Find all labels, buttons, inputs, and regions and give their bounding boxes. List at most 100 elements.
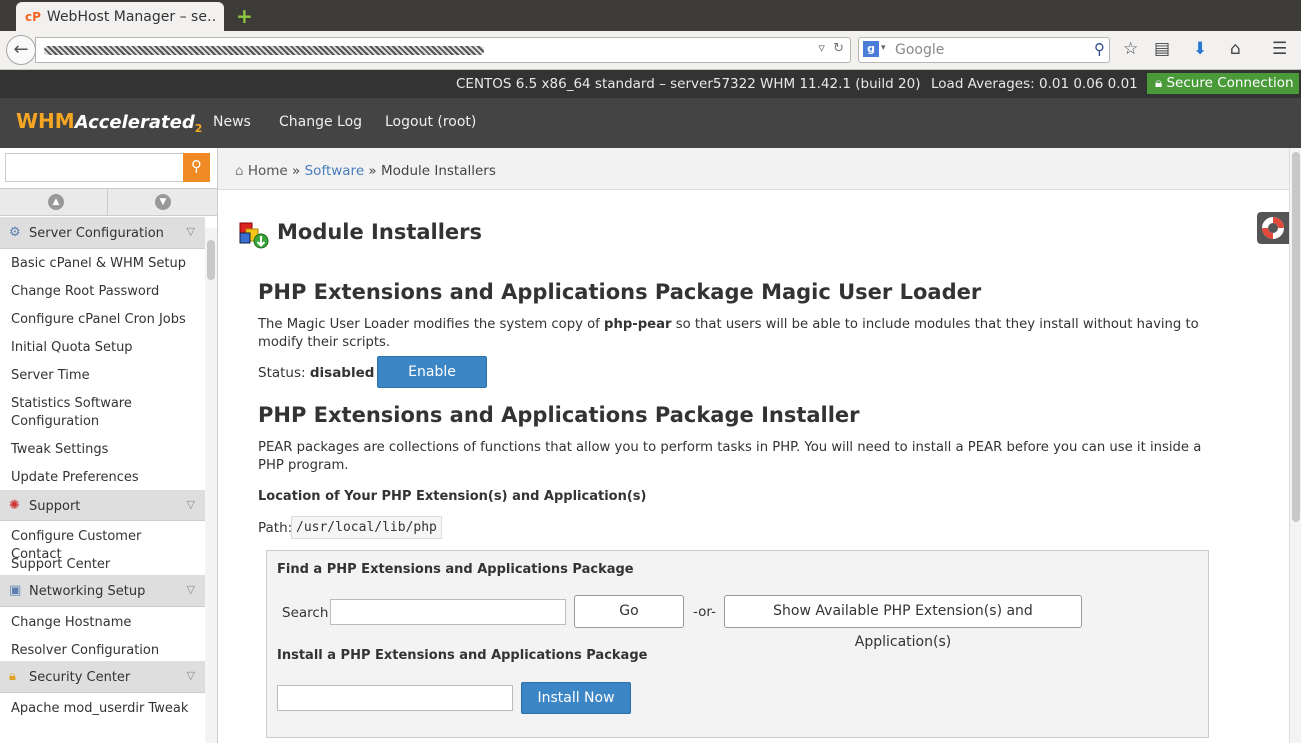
status-value: disabled [309,365,375,381]
go-button[interactable]: Go [574,595,684,628]
url-reload-icon[interactable]: ▿ ↻ [818,41,844,56]
sidebar-item-change-root-password[interactable]: Change Root Password [0,283,205,311]
find-package-heading: Find a PHP Extensions and Applications P… [277,562,634,577]
menu-hamburger-icon[interactable]: ☰ [1272,39,1287,59]
sidebar-item-statistics-software[interactable]: Statistics Software Configuration [0,395,150,441]
logo-version-text: 2 [194,122,203,136]
engine-dropdown-icon[interactable]: ▾ [881,43,886,53]
home-icon: ⌂ [235,163,244,179]
sidebar-down-arrow-icon[interactable]: ▼ [155,194,171,210]
server-status-bar: CENTOS 6.5 x86_64 standard – server57322… [0,70,1301,98]
network-icon: ▣ [9,583,22,598]
path-label: Path: [258,520,293,536]
reading-list-icon[interactable]: ▤ [1154,39,1170,59]
search-magnifier-icon[interactable]: ⚲ [1094,40,1105,58]
load-averages-text: Load Averages: 0.01 0.06 0.01 [931,76,1138,92]
main-content: Module Installers PHP Extensions and App… [218,190,1289,743]
breadcrumb-current: Module Installers [380,163,496,179]
module-installer-icon [239,222,269,249]
php-path-value: /usr/local/lib/php [291,516,442,539]
redacted-url [44,46,484,55]
whm-version-text: WHM 11.42.1 (build 20) [760,76,921,92]
install-now-button[interactable]: Install Now [521,682,631,714]
section-title: Server Configuration [29,226,164,241]
sidebar-scrollbar[interactable] [205,228,217,743]
section-title: Networking Setup [29,584,146,599]
sidebar-item-basic-setup[interactable]: Basic cPanel & WHM Setup [0,255,205,283]
desc-text: The Magic User Loader modifies the syste… [258,317,604,332]
search-label: Search [282,605,329,621]
browser-tab-bar: cP WebHost Manager – se… + [0,0,1301,31]
sidebar-item-support-center[interactable]: Support Center [0,556,205,575]
status-label: Status: [258,365,306,381]
section-title: Support [29,499,81,514]
lifebuoy-icon: ✺ [9,498,20,513]
show-available-button[interactable]: Show Available PHP Extension(s) and Appl… [724,595,1082,650]
page-title: Module Installers [277,220,483,244]
browser-tab[interactable]: cP WebHost Manager – se… [16,2,224,31]
help-lifebuoy-icon[interactable] [1257,212,1289,244]
sidebar-item-cron-jobs[interactable]: Configure cPanel Cron Jobs [0,311,205,339]
sidebar-item-mod-userdir-tweak[interactable]: Apache mod_userdir Tweak [0,700,205,728]
url-bar[interactable]: ▿ ↻ [35,37,851,63]
google-engine-icon[interactable]: g [863,41,879,57]
sidebar-section-networking-setup[interactable]: ▣ Networking Setup ▽ [0,575,205,607]
cpanel-favicon-icon: cP [25,9,41,24]
back-arrow-icon[interactable]: ← [6,35,36,65]
sidebar-search-input[interactable]: ⚲ [5,153,210,182]
home-icon[interactable]: ⌂ [1230,39,1241,59]
page-scrollbar[interactable] [1289,148,1301,743]
sidebar-item-tweak-settings[interactable]: Tweak Settings [0,441,205,469]
status-line: Status: disabled [258,364,374,382]
bookmark-star-icon[interactable]: ☆ [1123,39,1138,59]
secure-connection-badge[interactable]: 🔒︎ Secure Connection [1147,73,1299,94]
gear-icon: ⚙ [9,225,21,240]
sidebar-item-quota-setup[interactable]: Initial Quota Setup [0,339,205,367]
section-title: Security Center [29,670,131,685]
new-tab-plus-icon[interactable]: + [236,4,253,28]
page-scrollbar-thumb[interactable] [1292,152,1300,522]
magic-loader-description: The Magic User Loader modifies the syste… [258,316,1203,352]
sidebar-search-icon[interactable]: ⚲ [183,153,210,182]
chevron-down-icon[interactable]: ▽ [187,498,195,511]
install-package-input[interactable] [277,685,513,711]
sidebar-item-customer-contact[interactable]: Configure Customer Contact [0,528,205,562]
section-items: Apache mod_userdir Tweak [0,693,205,728]
install-package-heading: Install a PHP Extensions and Application… [277,648,648,663]
breadcrumb-home[interactable]: Home [248,163,288,179]
nav-change-log[interactable]: Change Log [279,114,362,130]
sidebar-section-server-configuration[interactable]: ⚙ Server Configuration ▽ [0,217,205,249]
download-arrow-icon[interactable]: ⬇ [1193,39,1207,59]
location-heading: Location of Your PHP Extension(s) and Ap… [258,489,647,504]
breadcrumb-software[interactable]: Software [305,163,365,179]
whm-logo[interactable]: WHMAccelerated2 [16,109,202,135]
logo-whm-text: WHM [16,109,75,133]
package-search-input[interactable] [330,599,566,625]
enable-button[interactable]: Enable [377,356,487,388]
breadcrumb-separator: » [368,163,377,179]
chevron-down-icon[interactable]: ▽ [187,669,195,682]
server-os-text: CENTOS 6.5 x86_64 standard – server57322 [456,76,756,92]
installer-heading: PHP Extensions and Applications Package … [258,403,860,427]
sidebar-item-server-time[interactable]: Server Time [0,367,205,395]
section-items: Configure Customer Contact Support Cente… [0,521,205,575]
browser-nav-bar: ▿ ↻ ← g ▾ Google ⚲ ☆ ▤ ⬇ ⌂ ☰ [0,31,1301,70]
browser-search-box[interactable]: g ▾ Google ⚲ [858,37,1110,63]
sidebar-item-update-preferences[interactable]: Update Preferences [0,469,205,490]
logo-accelerated-text: Accelerated [74,112,195,133]
secure-connection-label: Secure Connection [1166,75,1294,91]
sidebar-section-security-center[interactable]: 🔒︎ Security Center ▽ [0,661,205,693]
breadcrumb: ⌂ Home » Software » Module Installers [218,148,1289,190]
chevron-down-icon[interactable]: ▽ [187,583,195,596]
nav-logout[interactable]: Logout (root) [385,114,476,130]
sidebar-item-resolver-configuration[interactable]: Resolver Configuration [0,642,205,661]
nav-news[interactable]: News [213,114,251,130]
sidebar-section-support[interactable]: ✺ Support ▽ [0,490,205,521]
sidebar-up-arrow-icon[interactable]: ▲ [48,194,64,210]
package-panel: Find a PHP Extensions and Applications P… [266,550,1209,738]
chevron-down-icon[interactable]: ▽ [187,225,195,238]
sidebar-item-change-hostname[interactable]: Change Hostname [0,614,205,642]
section-items: Basic cPanel & WHM Setup Change Root Pas… [0,249,205,490]
sidebar-scrollbar-thumb[interactable] [207,240,215,280]
sidebar-scroll-controls: ▲ ▼ [0,188,217,216]
